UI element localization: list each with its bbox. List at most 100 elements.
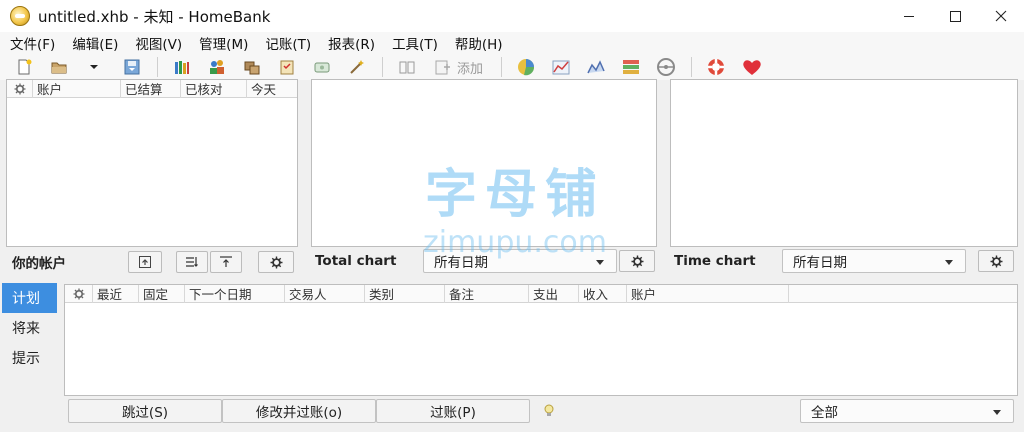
scheduled-header-row: 最近 固定 下一个日期 交易人 类别 备注 支出 收入 账户 <box>65 284 1017 303</box>
time-chart-range-value: 所有日期 <box>793 255 847 271</box>
title-bar: untitled.xhb - 未知 - HomeBank <box>0 0 1024 32</box>
window-title: untitled.xhb - 未知 - HomeBank <box>38 7 271 26</box>
gear-icon <box>990 255 1002 267</box>
gear-icon <box>631 255 643 267</box>
scheduled-header-next-date[interactable]: 下一个日期 <box>185 284 285 303</box>
toolbar-separator <box>157 57 158 77</box>
statistics-pie-icon[interactable] <box>516 57 536 77</box>
categories-icon[interactable] <box>242 57 262 77</box>
scheduled-list: 最近 固定 下一个日期 交易人 类别 备注 支出 收入 账户 <box>64 284 1018 396</box>
help-lifebuoy-icon[interactable] <box>706 57 726 77</box>
menu-reports[interactable]: 报表(R) <box>328 33 375 53</box>
accounts-settings-button[interactable] <box>258 251 294 273</box>
minimize-button[interactable] <box>886 0 932 32</box>
accounts-import-button[interactable] <box>128 251 162 273</box>
main-toolbar: 添加 <box>0 54 1024 80</box>
homebank-app-icon <box>10 6 30 26</box>
gear-icon <box>270 256 282 268</box>
tab-scheduled[interactable]: 计划 <box>2 283 57 313</box>
donate-heart-icon[interactable] <box>741 57 761 77</box>
accounts-collapse-button[interactable] <box>210 251 242 273</box>
toolbar-separator <box>382 57 383 77</box>
vehicle-cost-icon[interactable] <box>656 57 676 77</box>
menu-view[interactable]: 视图(V) <box>135 33 182 53</box>
accounts-header-cleared[interactable]: 已结算 <box>121 79 181 98</box>
collapse-all-icon <box>220 256 232 267</box>
time-chart-range-select[interactable]: 所有日期 <box>782 249 966 273</box>
close-icon <box>995 10 1007 22</box>
accounts-settings-header[interactable] <box>7 79 33 98</box>
open-file-icon[interactable] <box>49 57 69 77</box>
total-chart-range-select[interactable]: 所有日期 <box>423 249 617 273</box>
scheduled-header-fixed[interactable]: 固定 <box>139 284 185 303</box>
post-button[interactable]: 过账(P) <box>376 399 530 423</box>
menu-tools[interactable]: 工具(T) <box>392 33 438 53</box>
lightbulb-icon <box>543 404 555 422</box>
payees-icon[interactable] <box>207 57 227 77</box>
accounts-panel: 账户 已结算 已核对 今天 <box>6 79 298 247</box>
minimize-icon <box>904 16 914 17</box>
accounts-header-account[interactable]: 账户 <box>33 79 121 98</box>
scheduled-filter-select[interactable]: 全部 <box>800 399 1014 423</box>
maximize-icon <box>950 11 961 22</box>
window-controls <box>886 0 1024 32</box>
save-icon[interactable] <box>122 57 142 77</box>
menu-edit[interactable]: 编辑(E) <box>72 33 118 53</box>
scheduled-settings-header[interactable] <box>65 284 93 303</box>
add-transaction-label[interactable]: 添加 <box>457 58 483 77</box>
total-chart-settings-button[interactable] <box>619 250 655 272</box>
open-dropdown-icon[interactable] <box>84 57 104 77</box>
scheduled-header-income[interactable]: 收入 <box>579 284 627 303</box>
menu-manage[interactable]: 管理(M) <box>199 33 248 53</box>
tab-future[interactable]: 将来 <box>2 313 57 343</box>
time-chart-settings-button[interactable] <box>978 250 1014 272</box>
time-chart-footer: Time chart 所有日期 <box>670 247 1018 275</box>
bottom-side-tabs: 计划 将来 提示 <box>2 283 57 373</box>
accounts-footer-title: 你的帐户 <box>12 256 66 272</box>
scheduled-header-expense[interactable]: 支出 <box>529 284 579 303</box>
scheduled-filter-value: 全部 <box>811 405 838 421</box>
total-chart-range-value: 所有日期 <box>434 255 488 271</box>
accounts-footer: 你的帐户 <box>6 248 298 276</box>
accounts-icon[interactable] <box>172 57 192 77</box>
menu-bar: 文件(F) 编辑(E) 视图(V) 管理(M) 记账(T) 报表(R) 工具(T… <box>0 32 1024 54</box>
chevron-down-icon <box>596 260 604 265</box>
tab-reminders[interactable]: 提示 <box>2 343 57 373</box>
new-file-icon[interactable] <box>14 57 34 77</box>
scheduled-header-account[interactable]: 账户 <box>627 284 789 303</box>
budget-report-icon[interactable] <box>621 57 641 77</box>
menu-help[interactable]: 帮助(H) <box>455 33 503 53</box>
maximize-button[interactable] <box>932 0 978 32</box>
scheduled-header-category[interactable]: 类别 <box>365 284 445 303</box>
archives-icon[interactable] <box>277 57 297 77</box>
menu-file[interactable]: 文件(F) <box>10 33 55 53</box>
menu-transaction[interactable]: 记账(T) <box>265 33 311 53</box>
time-chart-title: Time chart <box>674 253 756 269</box>
close-button[interactable] <box>978 0 1024 32</box>
toolbar-separator <box>691 57 693 77</box>
edit-and-post-button[interactable]: 修改并过账(o) <box>222 399 376 423</box>
chevron-down-icon <box>945 260 953 265</box>
scheduled-header-late[interactable]: 最近 <box>93 284 139 303</box>
accounts-header-reconciled[interactable]: 已核对 <box>181 79 247 98</box>
time-chart-area <box>670 79 1018 247</box>
total-chart-area <box>311 79 657 247</box>
add-transaction-icon[interactable] <box>432 57 452 77</box>
accounts-header-today[interactable]: 今天 <box>247 80 297 98</box>
scheduled-header-memo[interactable]: 备注 <box>445 284 529 303</box>
skip-button[interactable]: 跳过(S) <box>68 399 222 423</box>
total-chart-title: Total chart <box>315 253 397 269</box>
accounts-expand-button[interactable] <box>176 251 208 273</box>
import-icon <box>139 256 151 268</box>
gear-icon <box>14 83 25 94</box>
chevron-down-icon <box>993 410 1001 415</box>
toolbar-separator <box>501 57 503 77</box>
total-chart-footer: Total chart 所有日期 <box>311 247 657 275</box>
assistant-wand-icon[interactable] <box>347 57 367 77</box>
scheduled-header-payee[interactable]: 交易人 <box>285 284 365 303</box>
balance-report-icon[interactable] <box>586 57 606 77</box>
budget-icon[interactable] <box>312 57 332 77</box>
show-register-icon[interactable] <box>397 57 417 77</box>
gear-icon <box>73 288 84 299</box>
trend-time-icon[interactable] <box>551 57 571 77</box>
